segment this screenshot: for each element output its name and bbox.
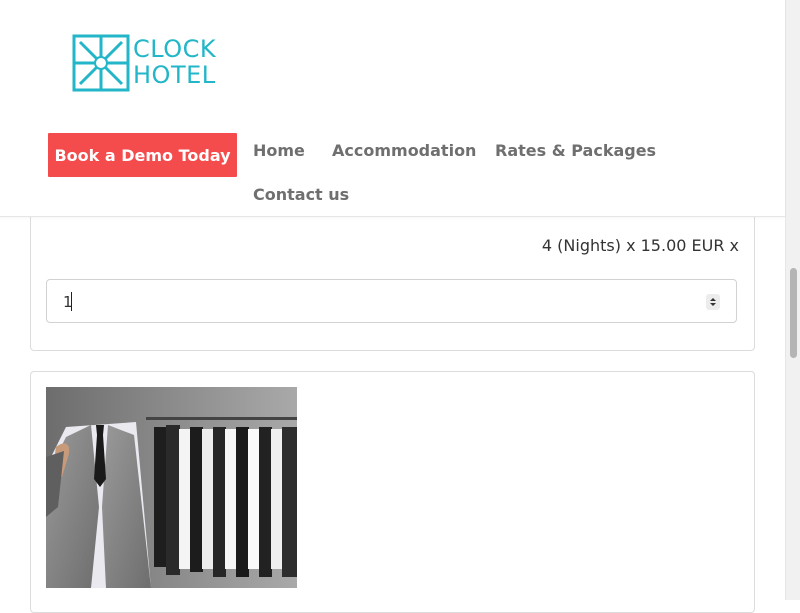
page-scrollbar[interactable] [785,0,800,600]
nav-rates-packages[interactable]: Rates & Packages [495,141,656,160]
service-card [30,371,755,613]
logo-wordmark: CLOCK HOTEL [133,36,216,88]
price-calculation: 4 (Nights) x 15.00 EUR x [541,236,739,255]
extra-service-card: 4 (Nights) x 15.00 EUR x 1 [30,205,755,351]
text-cursor [71,292,72,311]
nav-home[interactable]: Home [253,141,305,160]
site-header: CLOCK HOTEL Book a Demo Today Home Accom… [0,0,785,217]
logo-line-2: HOTEL [133,61,216,89]
scrollbar-thumb[interactable] [790,268,797,358]
logo-line-1: CLOCK [133,35,217,63]
up-down-spinner-icon[interactable] [706,294,720,310]
man-in-vest-with-clothes-rack-photo [46,387,297,588]
quantity-input[interactable]: 1 [46,279,737,323]
nav-contact-us[interactable]: Contact us [253,185,349,204]
clock-hotel-logo-icon [72,34,130,92]
nav-accommodation[interactable]: Accommodation [332,141,476,160]
book-demo-button[interactable]: Book a Demo Today [48,133,237,177]
site-logo[interactable]: CLOCK HOTEL [72,34,222,94]
